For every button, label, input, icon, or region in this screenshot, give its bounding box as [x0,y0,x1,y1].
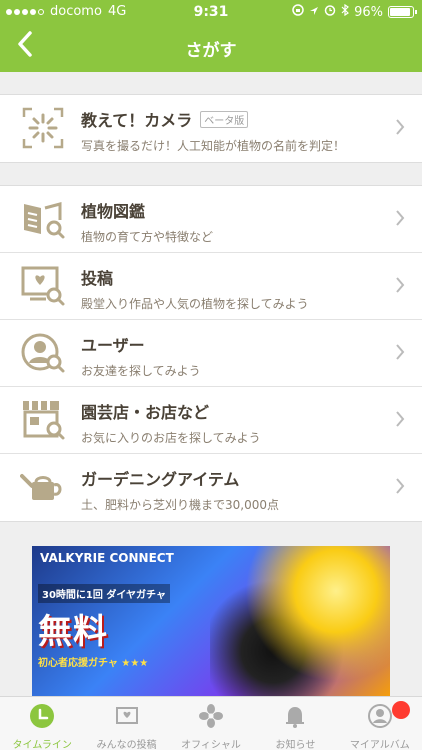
tab-label: マイアルバム [349,740,410,750]
rotation-lock-icon [292,4,304,20]
ad-promo-line3: 初心者応援ガチャ ★★★ [38,658,149,669]
list-item-texts: 植物図鑑 植物の育て方や特徴など [81,198,382,245]
location-icon [309,5,319,20]
list-item-subtitle: 土、肥料から芝刈り機まで30,000点 [81,498,279,512]
page-title: さがす [185,41,237,61]
tab-my-album[interactable]: マイアルバム [338,697,422,750]
list-item-texts: ガーデニングアイテム 土、肥料から芝刈り機まで30,000点 [81,466,382,513]
list-item-camera[interactable]: 教えて！カメラ ベータ版 写真を撮るだけ！人工知能が植物の名前を判定！ [0,95,422,162]
navigation-bar: さがす [0,24,422,72]
list-item-title: ガーデニングアイテム [81,470,240,489]
list-item-title: ユーザー [81,336,145,355]
list-item-title: 園芸店・お店など [81,403,210,422]
list-item-subtitle: 写真を撮るだけ！人工知能が植物の名前を判定！ [81,139,346,153]
chevron-right-icon [396,210,405,226]
list-item-texts: ユーザー お友達を探してみよう [81,332,382,379]
profile-icon [367,704,392,728]
camera-section: 教えて！カメラ ベータ版 写真を撮るだけ！人工知能が植物の名前を判定！ [0,94,422,163]
chevron-right-icon [396,478,405,494]
tab-official[interactable]: オフィシャル [169,697,253,750]
posts-icon [115,707,138,724]
list-item-texts: 園芸店・お店など お気に入りのお店を探してみよう [81,399,382,446]
list-item-texts: 投稿 殿堂入り作品や人気の植物を探してみよう [81,265,382,312]
list-item-title-row: 教えて！カメラ ベータ版 [81,107,382,131]
official-flower-icon [199,704,224,728]
timeline-icon [30,704,55,728]
ad-promo-line1: 30時間に1回 ダイヤガチャ [38,584,170,603]
notification-badge [392,701,411,719]
encyclopedia-icon [20,196,66,242]
list-item-title: 投稿 [81,269,114,288]
ad-promo-line2: 無料 [38,612,108,652]
bell-icon [286,707,305,728]
ad-logo: VALKYRIE CONNECT [40,551,174,565]
battery-icon [388,6,417,18]
watering-can-icon [20,464,66,510]
list-item-posts[interactable]: 投稿 殿堂入り作品や人気の植物を探してみよう [0,253,422,320]
battery-percent: 96% [354,4,383,20]
chevron-right-icon [396,344,405,360]
list-item-stores[interactable]: 園芸店・お店など お気に入りのお店を探してみよう [0,387,422,454]
tab-label: タイムライン [12,740,72,750]
tab-notifications[interactable]: お知らせ [253,697,337,750]
tab-label: お知らせ [275,740,316,750]
tab-label: みんなの投稿 [96,740,157,750]
tab-posts[interactable]: みんなの投稿 [84,697,168,750]
list-item-subtitle: お友達を探してみよう [81,364,201,378]
tab-label: オフィシャル [181,740,241,750]
ad-character-art [210,546,390,696]
top-bar: docomo 4G 9:31 96% さがす [0,0,422,72]
status-bar: docomo 4G 9:31 96% [0,0,422,24]
list-item-subtitle: 殿堂入り作品や人気の植物を探してみよう [81,297,309,311]
beta-badge: ベータ版 [200,110,249,128]
status-right: 96% [292,3,417,20]
chevron-right-icon [396,411,405,427]
tab-timeline[interactable]: タイムライン [0,697,84,750]
list-item-subtitle: 植物の育て方や特徴など [81,230,214,244]
list-item-texts: 教えて！カメラ ベータ版 写真を撮るだけ！人工知能が植物の名前を判定！ [81,107,382,154]
search-categories-section: 植物図鑑 植物の育て方や特徴など 投稿 殿堂入り作品や人気の植物を探してみよう [0,185,422,522]
list-item-encyclopedia[interactable]: 植物図鑑 植物の育て方や特徴など [0,186,422,253]
list-item-title: 教えて！カメラ [81,111,193,130]
chevron-right-icon [396,277,405,293]
store-search-icon [20,397,66,443]
list-item-users[interactable]: ユーザー お友達を探してみよう [0,320,422,387]
user-search-icon [20,330,66,376]
chevron-right-icon [396,119,405,135]
alarm-icon [324,4,336,20]
list-item-title: 植物図鑑 [81,202,146,221]
ad-banner[interactable]: VALKYRIE CONNECT 30時間に1回 ダイヤガチャ 無料 初心者応援… [32,546,390,696]
list-item-gardening-items[interactable]: ガーデニングアイテム 土、肥料から芝刈り機まで30,000点 [0,454,422,521]
camera-ai-icon [20,105,66,151]
bluetooth-icon [341,3,350,20]
tab-bar: タイムライン みんなの投稿 オフィシャル お知らせ マイアルバム [0,696,422,750]
list-item-subtitle: お気に入りのお店を探してみよう [81,431,261,445]
post-search-icon [20,263,66,309]
